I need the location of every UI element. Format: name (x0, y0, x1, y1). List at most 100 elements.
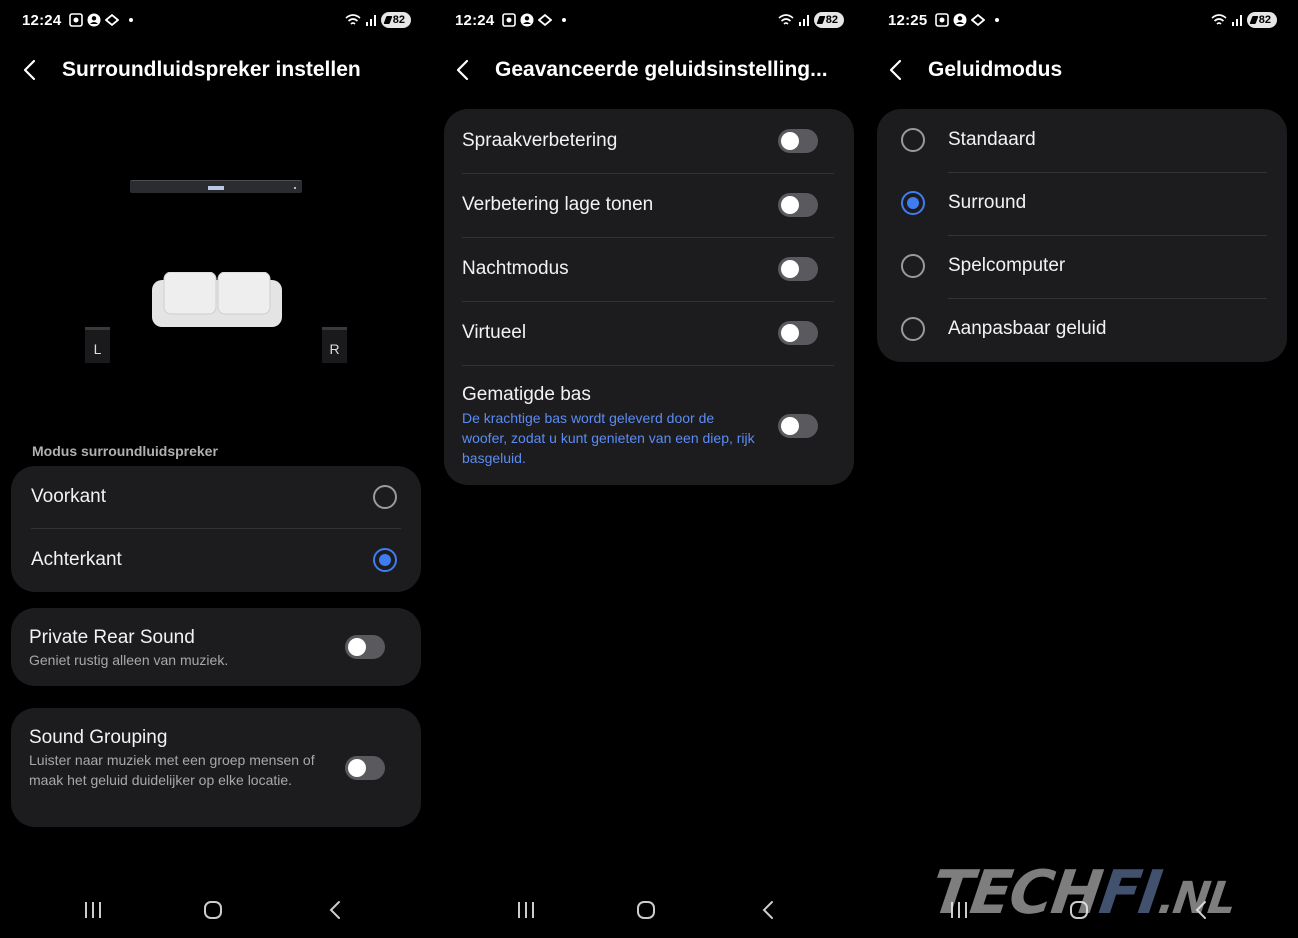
sound-mode-option-game[interactable]: Spelcomputer (877, 235, 1287, 298)
screen-advanced-sound-settings: 12:24 82 Geavanceerde geluidsinstelling.… (433, 0, 866, 938)
radio-rear[interactable] (373, 548, 397, 572)
sound-mode-label: Aanpasbaar geluid (948, 318, 1107, 339)
screen-record-icon (935, 13, 950, 27)
signal-icon (365, 15, 376, 26)
advanced-settings-card: Spraakverbetering Verbetering lage tonen… (444, 109, 854, 485)
speech-enhancement-toggle[interactable] (778, 129, 818, 153)
status-time: 12:25 (888, 11, 928, 29)
radio-standard[interactable] (901, 128, 925, 152)
techfi-watermark-logo: TECHFI.NL (927, 858, 1238, 928)
navigation-bar (0, 895, 433, 925)
radio-front[interactable] (373, 485, 397, 509)
private-rear-card[interactable]: Private Rear Sound Geniet rustig alleen … (11, 608, 421, 686)
private-rear-toggle[interactable] (345, 635, 385, 659)
radio-adaptive[interactable] (901, 317, 925, 341)
back-chevron-icon[interactable] (888, 55, 914, 85)
status-time: 12:24 (455, 11, 495, 29)
back-chevron-icon[interactable] (455, 55, 481, 85)
mode-option-front[interactable]: Voorkant (11, 466, 421, 529)
signal-icon (798, 15, 809, 26)
account-icon (87, 13, 101, 27)
cast-icon (105, 13, 120, 27)
page-title: Geluidmodus (928, 58, 1063, 81)
wifi-icon (345, 13, 361, 25)
night-mode-toggle[interactable] (778, 257, 818, 281)
bass-enhancement-toggle[interactable] (778, 193, 818, 217)
nav-back-icon[interactable] (320, 895, 350, 925)
private-rear-subtitle: Geniet rustig alleen van muziek. (29, 652, 229, 668)
home-icon[interactable] (631, 895, 661, 925)
cast-icon (538, 13, 553, 27)
navigation-bar (433, 895, 866, 925)
back-chevron-icon[interactable] (22, 55, 48, 85)
mode-option-label: Voorkant (31, 486, 106, 507)
sound-mode-label: Spelcomputer (948, 255, 1066, 276)
home-icon[interactable] (198, 895, 228, 925)
private-rear-title: Private Rear Sound (29, 627, 195, 648)
toggle-row-label: Spraakverbetering (462, 130, 618, 151)
sound-grouping-title: Sound Grouping (29, 727, 168, 748)
account-icon (953, 13, 967, 27)
battery-indicator: 82 (380, 12, 411, 28)
sound-grouping-toggle[interactable] (345, 756, 385, 780)
moderate-bass-label: Gematigde bas (462, 384, 591, 405)
toggle-row-speech[interactable]: Spraakverbetering (444, 109, 854, 173)
status-bar: 12:24 82 (22, 9, 411, 31)
toggle-row-virtual[interactable]: Virtueel (444, 301, 854, 365)
recent-apps-icon[interactable] (78, 895, 108, 925)
sound-mode-card: Standaard Surround Spelcomputer Aanpasba… (877, 109, 1287, 362)
toggle-row-label: Virtueel (462, 322, 527, 343)
section-label-mode: Modus surroundluidspreker (32, 443, 218, 459)
battery-indicator: 82 (813, 12, 844, 28)
header: Geluidmodus (888, 52, 1289, 88)
right-speaker-label: R (329, 341, 340, 357)
battery-indicator: 82 (1246, 12, 1277, 28)
cast-icon (971, 13, 986, 27)
radio-surround[interactable] (901, 191, 925, 215)
notification-dot-icon (995, 18, 1000, 22)
sofa-image (152, 272, 282, 327)
status-bar: 12:25 82 (888, 9, 1277, 31)
status-bar: 12:24 82 (455, 9, 844, 31)
toggle-row-label: Nachtmodus (462, 258, 569, 279)
sound-mode-option-surround[interactable]: Surround (877, 172, 1287, 235)
mode-option-label: Achterkant (31, 549, 122, 570)
sound-mode-label: Surround (948, 192, 1027, 213)
soundbar-image (130, 180, 302, 193)
radio-game[interactable] (901, 254, 925, 278)
screen-sound-mode: 12:25 82 Geluidmodus Standaard Surround (866, 0, 1298, 938)
notification-dot-icon (562, 18, 567, 22)
sound-mode-option-standard[interactable]: Standaard (877, 109, 1287, 172)
account-icon (520, 13, 534, 27)
virtual-toggle[interactable] (778, 321, 818, 345)
toggle-row-bass[interactable]: Verbetering lage tonen (444, 173, 854, 237)
mode-card: Voorkant Achterkant (11, 466, 421, 592)
left-speaker: L (85, 327, 110, 363)
screen-surround-speaker-setup: 12:24 82 Surroundluidspreker instellen L… (0, 0, 433, 938)
moderate-bass-description: De krachtige bas wordt geleverd door de … (462, 410, 755, 466)
signal-icon (1231, 15, 1242, 26)
sound-mode-option-adaptive[interactable]: Aanpasbaar geluid (877, 298, 1287, 361)
status-time: 12:24 (22, 11, 62, 29)
toggle-row-moderate-bass[interactable]: Gematigde bas De krachtige bas wordt gel… (444, 365, 854, 485)
nav-back-icon[interactable] (753, 895, 783, 925)
page-title: Surroundluidspreker instellen (62, 58, 361, 81)
right-speaker: R (322, 327, 347, 363)
toggle-row-label: Verbetering lage tonen (462, 194, 654, 215)
left-speaker-label: L (93, 341, 102, 357)
toggle-row-night[interactable]: Nachtmodus (444, 237, 854, 301)
recent-apps-icon[interactable] (511, 895, 541, 925)
header: Surroundluidspreker instellen (22, 52, 423, 88)
notification-dot-icon (129, 18, 134, 22)
sound-grouping-card[interactable]: Sound Grouping Luister naar muziek met e… (11, 708, 421, 827)
page-title: Geavanceerde geluidsinstelling... (495, 58, 828, 81)
moderate-bass-toggle[interactable] (778, 414, 818, 438)
wifi-icon (1211, 13, 1227, 25)
mode-option-rear[interactable]: Achterkant (11, 529, 421, 592)
screen-record-icon (69, 13, 84, 27)
sound-mode-label: Standaard (948, 129, 1036, 150)
header: Geavanceerde geluidsinstelling... (455, 52, 856, 88)
sound-grouping-subtitle: Luister naar muziek met een groep mensen… (29, 752, 315, 788)
wifi-icon (778, 13, 794, 25)
screen-record-icon (502, 13, 517, 27)
